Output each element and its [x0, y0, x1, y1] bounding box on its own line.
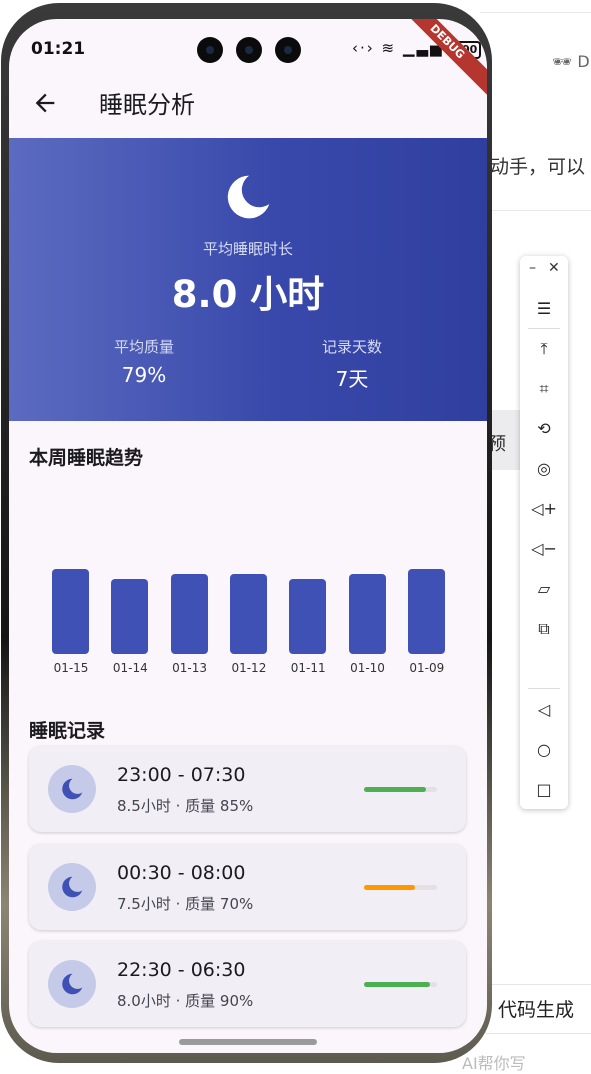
avg-quality-value: 79%: [121, 363, 167, 387]
background-divider: [480, 210, 591, 211]
recents-nav-icon[interactable]: □: [520, 772, 568, 808]
chart-bar: [111, 579, 149, 654]
record-days-value: 7天: [335, 367, 369, 391]
record-days-stat: 记录天数 7天: [272, 336, 432, 392]
quality-progress-bar: [364, 982, 437, 987]
moon-icon: [227, 175, 270, 219]
crop-icon[interactable]: ⌗: [520, 371, 568, 407]
quality-progress-fill: [364, 982, 430, 987]
chart-x-label: 01-09: [409, 661, 445, 675]
camera-cutout: [197, 37, 223, 63]
chart-x-label: 01-11: [290, 661, 326, 675]
moon-icon: [62, 778, 83, 800]
eye-icon: 🕶: [552, 52, 573, 71]
volume-down-icon[interactable]: ◁−: [520, 531, 568, 567]
record-avatar: [48, 960, 96, 1008]
camera-cutout: [236, 37, 262, 63]
chart-x-label: 01-12: [231, 661, 267, 675]
summary-card: 平均睡眠时长 8.0 小时 平均质量 79% 记录天数 7天: [9, 138, 487, 421]
wifi-icon: ≋: [381, 39, 397, 57]
background-header-text: 🕶 D: [552, 52, 590, 71]
home-nav-icon[interactable]: ○: [520, 732, 568, 768]
record-avatar: [48, 862, 96, 911]
shake-icon[interactable]: ▱: [520, 571, 568, 607]
toolbar-separator: [528, 688, 560, 689]
volume-up-icon[interactable]: ◁+: [520, 491, 568, 527]
record-meta: 8.5小时 · 质量 85%: [117, 797, 254, 815]
moon-icon: [62, 876, 83, 897]
quality-progress-bar: [364, 787, 437, 792]
minimize-button[interactable]: –: [529, 260, 536, 276]
phone-screen: 01:21 ‹·› ≋ ▁▃▅ 100 DEBUG 睡眠分析 平均睡眠时长 8.…: [9, 19, 487, 1053]
pin-top-icon[interactable]: ⤒: [520, 331, 568, 367]
records-title: 睡眠记录: [29, 720, 106, 742]
page-title: 睡眠分析: [99, 91, 195, 119]
background-topbar: [480, 0, 591, 13]
home-indicator[interactable]: [179, 1039, 317, 1045]
chart-bar: [348, 574, 386, 654]
chart-bar: [170, 574, 208, 654]
chart-bar: [52, 569, 89, 654]
avg-quality-stat: 平均质量 79%: [64, 336, 224, 387]
record-time-range: 22:30 - 06:30: [117, 959, 246, 981]
rotate-icon[interactable]: ⟲: [520, 411, 568, 447]
quality-progress-fill: [364, 787, 427, 792]
back-nav-icon[interactable]: ◁: [520, 692, 568, 728]
screenshot-icon[interactable]: ◎: [520, 451, 568, 487]
record-meta: 7.5小时 · 质量 70%: [117, 894, 254, 913]
phone-frame: 01:21 ‹·› ≋ ▁▃▅ 100 DEBUG 睡眠分析 平均睡眠时长 8.…: [1, 3, 492, 1063]
status-bar: 01:21 ‹·› ≋ ▁▃▅ 100 DEBUG: [9, 19, 487, 98]
sleep-record-card[interactable]: 00:30 - 08:00 7.5小时 · 质量 70%: [29, 843, 466, 930]
status-time: 01:21: [31, 39, 86, 59]
quality-progress-bar: [364, 884, 437, 890]
emulator-toolbar: – ✕ ☰ ⤒ ⌗ ⟲ ◎ ◁+ ◁− ▱ ⧉ ◁ ○ □: [520, 256, 568, 809]
chart-x-label: 01-13: [172, 661, 208, 675]
record-meta: 8.0小时 · 质量 90%: [117, 992, 254, 1010]
trend-title: 本周睡眠趋势: [29, 447, 144, 469]
multi-window-icon[interactable]: ⧉: [520, 611, 568, 647]
sleep-trend-chart: 01-15 01-14 01-13 01-12 01-11 01-10 01-09: [9, 479, 487, 679]
record-avatar: [48, 765, 96, 813]
sleep-record-card[interactable]: 23:00 - 07:30 8.5小时 · 质量 85%: [29, 746, 466, 832]
camera-cutout: [275, 37, 301, 63]
sleep-record-card[interactable]: 22:30 - 06:30 8.0小时 · 质量 90%: [29, 941, 466, 1027]
toolbar-separator: [528, 328, 560, 329]
record-days-label: 记录天数: [321, 338, 382, 356]
arrow-back-icon[interactable]: [31, 89, 59, 117]
moon-icon: [62, 973, 83, 995]
record-time-range: 00:30 - 08:00: [117, 861, 246, 884]
chart-bar: [289, 579, 327, 654]
app-bar: 睡眠分析: [9, 79, 487, 137]
background-input-placeholder: AI帮你写: [462, 1054, 526, 1073]
close-button[interactable]: ✕: [548, 260, 560, 276]
record-time-range: 23:00 - 07:30: [117, 764, 246, 786]
avg-duration-value: 8.0 小时: [171, 273, 325, 316]
code-generate-label: 代码生成: [498, 999, 575, 1021]
chart-bar: [407, 569, 445, 654]
avg-duration-label: 平均睡眠时长: [202, 240, 293, 258]
menu-icon[interactable]: ☰: [520, 291, 568, 327]
chart-bar: [229, 574, 267, 654]
quality-progress-fill: [364, 884, 416, 890]
background-text: 动手，可以: [490, 156, 586, 178]
avg-quality-label: 平均质量: [113, 338, 174, 356]
chart-x-label: 01-10: [350, 661, 385, 675]
data-transfer-icon: ‹·›: [352, 39, 375, 57]
chart-x-label: 01-14: [112, 661, 148, 675]
chart-x-label: 01-15: [53, 661, 89, 675]
